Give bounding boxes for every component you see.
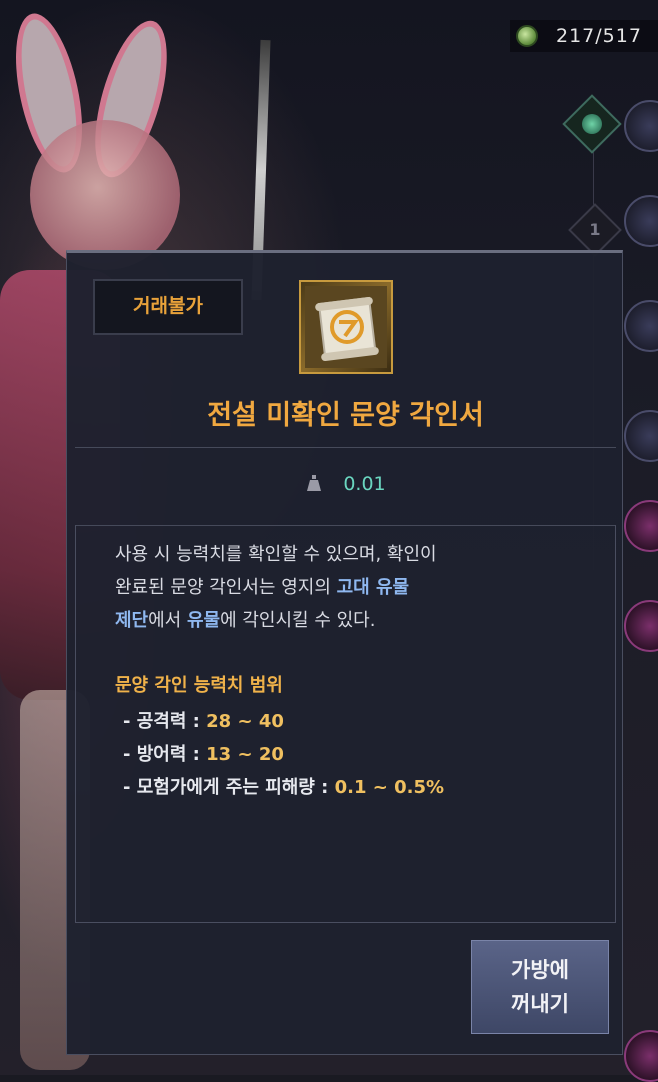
skill-node[interactable] — [624, 410, 658, 462]
highlight-relic: 유물 — [186, 610, 221, 631]
golden-scroll-icon — [305, 286, 387, 368]
description-text: 완료된 문양 각인서는 영지의 — [115, 577, 337, 598]
stat-range-damage: - 모험가에게 주는 피해량 : 0.1 ~ 0.5% — [123, 773, 444, 799]
stat-label: - 모험가에게 주는 피해량 : — [123, 777, 335, 798]
item-weight: 0.01 — [343, 473, 386, 495]
character-head — [30, 120, 180, 270]
green-rune-icon — [582, 114, 602, 134]
stat-range-attack: - 공격력 : 28 ~ 40 — [123, 707, 284, 733]
untradeable-badge: 거래불가 — [93, 279, 243, 335]
weight-icon — [307, 475, 322, 491]
stat-value: 0.1 ~ 0.5% — [334, 777, 445, 798]
green-coin-icon — [516, 25, 538, 47]
skill-node[interactable] — [624, 500, 658, 552]
item-icon — [299, 280, 393, 374]
item-tooltip: 거래불가 전설 미확인 문양 각인서 0.01 사용 시 능력치를 확인할 수 … — [66, 250, 623, 1055]
item-title: 전설 미확인 문양 각인서 — [207, 400, 484, 431]
stat-value: 28 ~ 40 — [206, 711, 284, 732]
stat-range-defense: - 방어력 : 13 ~ 20 — [123, 740, 284, 766]
skill-level-number: 1 — [589, 220, 601, 239]
description-text: 에 각인시킬 수 있다. — [220, 610, 376, 631]
skill-node[interactable] — [624, 300, 658, 352]
highlight-altar: 제단 — [115, 610, 149, 631]
button-label-line2: 꺼내기 — [511, 992, 569, 1016]
stat-range-title: 문양 각인 능력치 범위 — [115, 675, 283, 696]
description-line: 완료된 문양 각인서는 영지의 고대 유물 — [115, 571, 585, 604]
skill-level-badge: 1 — [568, 203, 622, 257]
counter-value: 217/517 — [556, 25, 642, 47]
button-label-line1: 가방에 — [511, 958, 569, 982]
skill-node[interactable] — [624, 100, 658, 152]
highlight-ancient-relic: 고대 유물 — [336, 577, 410, 598]
divider — [75, 447, 616, 448]
stat-value: 13 ~ 20 — [206, 744, 284, 765]
description-line: 제단에서 유물에 각인시킬 수 있다. — [115, 604, 585, 637]
stat-label: - 공격력 : — [123, 711, 207, 732]
description-text: 에서 — [148, 610, 187, 631]
skill-node[interactable] — [624, 195, 658, 247]
item-description: 사용 시 능력치를 확인할 수 있으며, 확인이 완료된 문양 각인서는 영지의… — [115, 538, 585, 637]
description-line: 사용 시 능력치를 확인할 수 있으며, 확인이 — [115, 544, 437, 565]
skill-node[interactable] — [624, 600, 658, 652]
rune-slot[interactable] — [562, 94, 622, 154]
currency-counter: 217/517 — [510, 20, 658, 52]
skill-node[interactable] — [624, 1030, 658, 1082]
weight-row: 0.01 — [67, 473, 624, 495]
take-out-to-bag-button[interactable]: 가방에 꺼내기 — [471, 940, 609, 1034]
stat-label: - 방어력 : — [123, 744, 207, 765]
